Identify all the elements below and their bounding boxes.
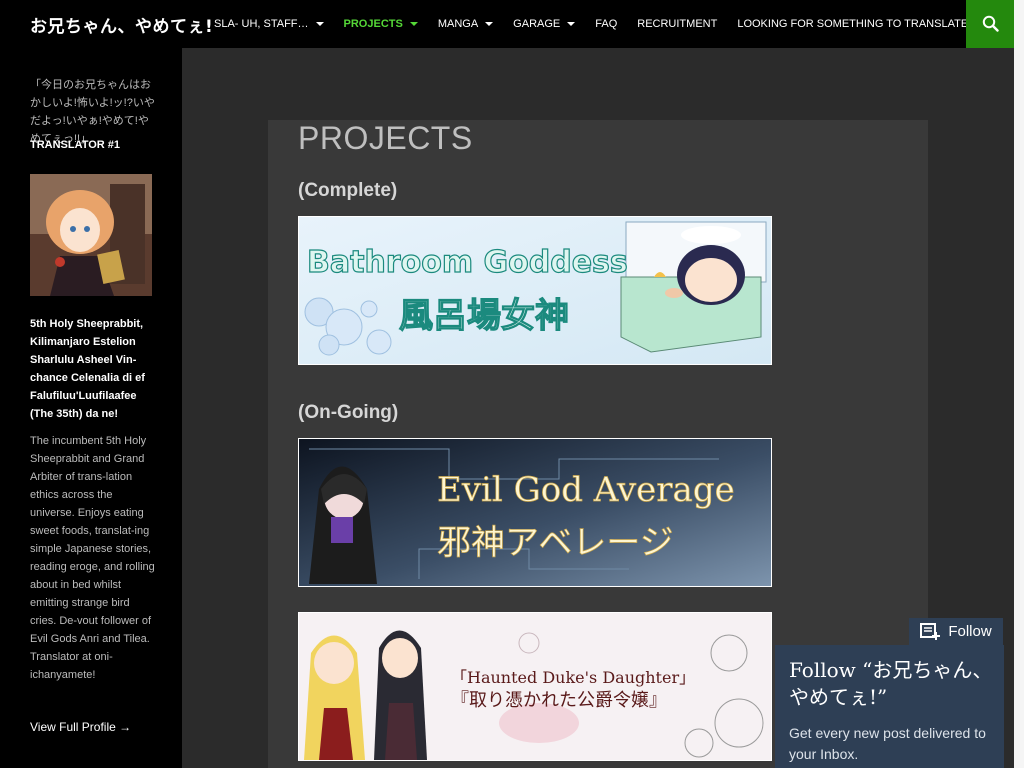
project-banner-bathroom-goddess[interactable]: Bathroom Goddess 風呂場女神 (298, 216, 772, 365)
section-heading-complete: (Complete) (298, 180, 398, 201)
follow-description: Get every new post delivered to your Inb… (789, 725, 986, 762)
search-icon (982, 15, 999, 32)
caret-down-icon (567, 22, 576, 26)
site-tagline: 「今日のお兄ちゃんはおかしいよ!怖いよ!ッ!?いやだよっ!いやぁ!やめて!やめて… (30, 79, 155, 145)
search-toggle-button[interactable] (966, 0, 1014, 48)
banner-title-en: 「Haunted Duke's Daughter」 (451, 668, 695, 687)
follow-panel: Follow “お兄ちゃん、やめてぇ!” Get every new post … (775, 645, 1004, 768)
project-banner-evil-god-average[interactable]: Evil God Average 邪神アベレージ (298, 438, 772, 587)
page-title: PROJECTS (298, 120, 473, 156)
section-heading-ongoing: (On-Going) (298, 402, 399, 423)
banner-title-en: Bathroom Goddess (307, 245, 628, 280)
nav-item-garage[interactable]: GARAGE (503, 0, 585, 48)
nav-label: LOOKING FOR SOMETHING TO TRANSLATE? (737, 18, 975, 30)
nav-item-projects[interactable]: PROJECTS (334, 0, 428, 48)
nav-item-manga[interactable]: MANGA (428, 0, 503, 48)
profile-avatar[interactable] (30, 174, 152, 296)
nav-item-staff[interactable]: SLA- UH, STAFF… (204, 0, 334, 48)
site-title[interactable]: お兄ちゃん、やめてぇ! (30, 12, 213, 37)
view-full-profile-link[interactable]: View Full Profile → (30, 720, 131, 734)
banner-title-en: Evil God Average (437, 470, 735, 510)
widget-title: TRANSLATOR #1 (30, 139, 121, 151)
follow-icon (920, 623, 941, 640)
sidebar: 「今日のお兄ちゃんはおかしいよ!怖いよ!ッ!?いやだよっ!いやぁ!やめて!やめて… (0, 48, 182, 768)
caret-down-icon (485, 22, 494, 26)
banner-title-jp: 『取り憑かれた公爵令嬢』 (451, 690, 667, 711)
nav-label: MANGA (437, 18, 479, 30)
banner-title-jp: 風呂場女神 (399, 296, 569, 336)
caret-down-icon (315, 22, 324, 26)
nav-item-looking-for-something[interactable]: LOOKING FOR SOMETHING TO TRANSLATE? (727, 0, 984, 48)
follow-button-label: Follow (948, 623, 992, 640)
profile-name: 5th Holy Sheeprabbit, Kilimanjaro Esteli… (30, 318, 145, 420)
nav-label: FAQ (595, 18, 618, 30)
banner-title-jp: 邪神アベレージ (437, 523, 674, 563)
follow-button[interactable]: Follow (909, 618, 1003, 645)
banner-evil-god-average-image: Evil God Average 邪神アベレージ (299, 439, 771, 586)
nav-item-recruitment[interactable]: RECRUITMENT (627, 0, 727, 48)
right-strip (1014, 0, 1024, 768)
nav-label: GARAGE (513, 18, 561, 30)
nav-label: PROJECTS (343, 18, 403, 30)
nav-item-faq[interactable]: FAQ (585, 0, 627, 48)
primary-nav: SLA- UH, STAFF… PROJECTS MANGA GARAGE FA… (204, 0, 984, 48)
profile-illustration (30, 174, 152, 296)
follow-heading: Follow “お兄ちゃん、やめてぇ!” (789, 658, 993, 709)
site-header: お兄ちゃん、やめてぇ! SLA- UH, STAFF… PROJECTS MAN… (0, 0, 1024, 48)
profile-bio: The incumbent 5th Holy Sheeprabbit and G… (30, 435, 155, 681)
nav-label: RECRUITMENT (637, 18, 718, 30)
nav-label: SLA- UH, STAFF… (214, 18, 309, 30)
banner-bathroom-goddess-image: Bathroom Goddess 風呂場女神 (299, 217, 771, 364)
project-banner-haunted-dukes-daughter[interactable]: 「Haunted Duke's Daughter」 『取り憑かれた公爵令嬢』 (298, 612, 772, 761)
banner-haunted-dukes-daughter-image: 「Haunted Duke's Daughter」 『取り憑かれた公爵令嬢』 (299, 613, 771, 760)
caret-down-icon (409, 22, 418, 26)
